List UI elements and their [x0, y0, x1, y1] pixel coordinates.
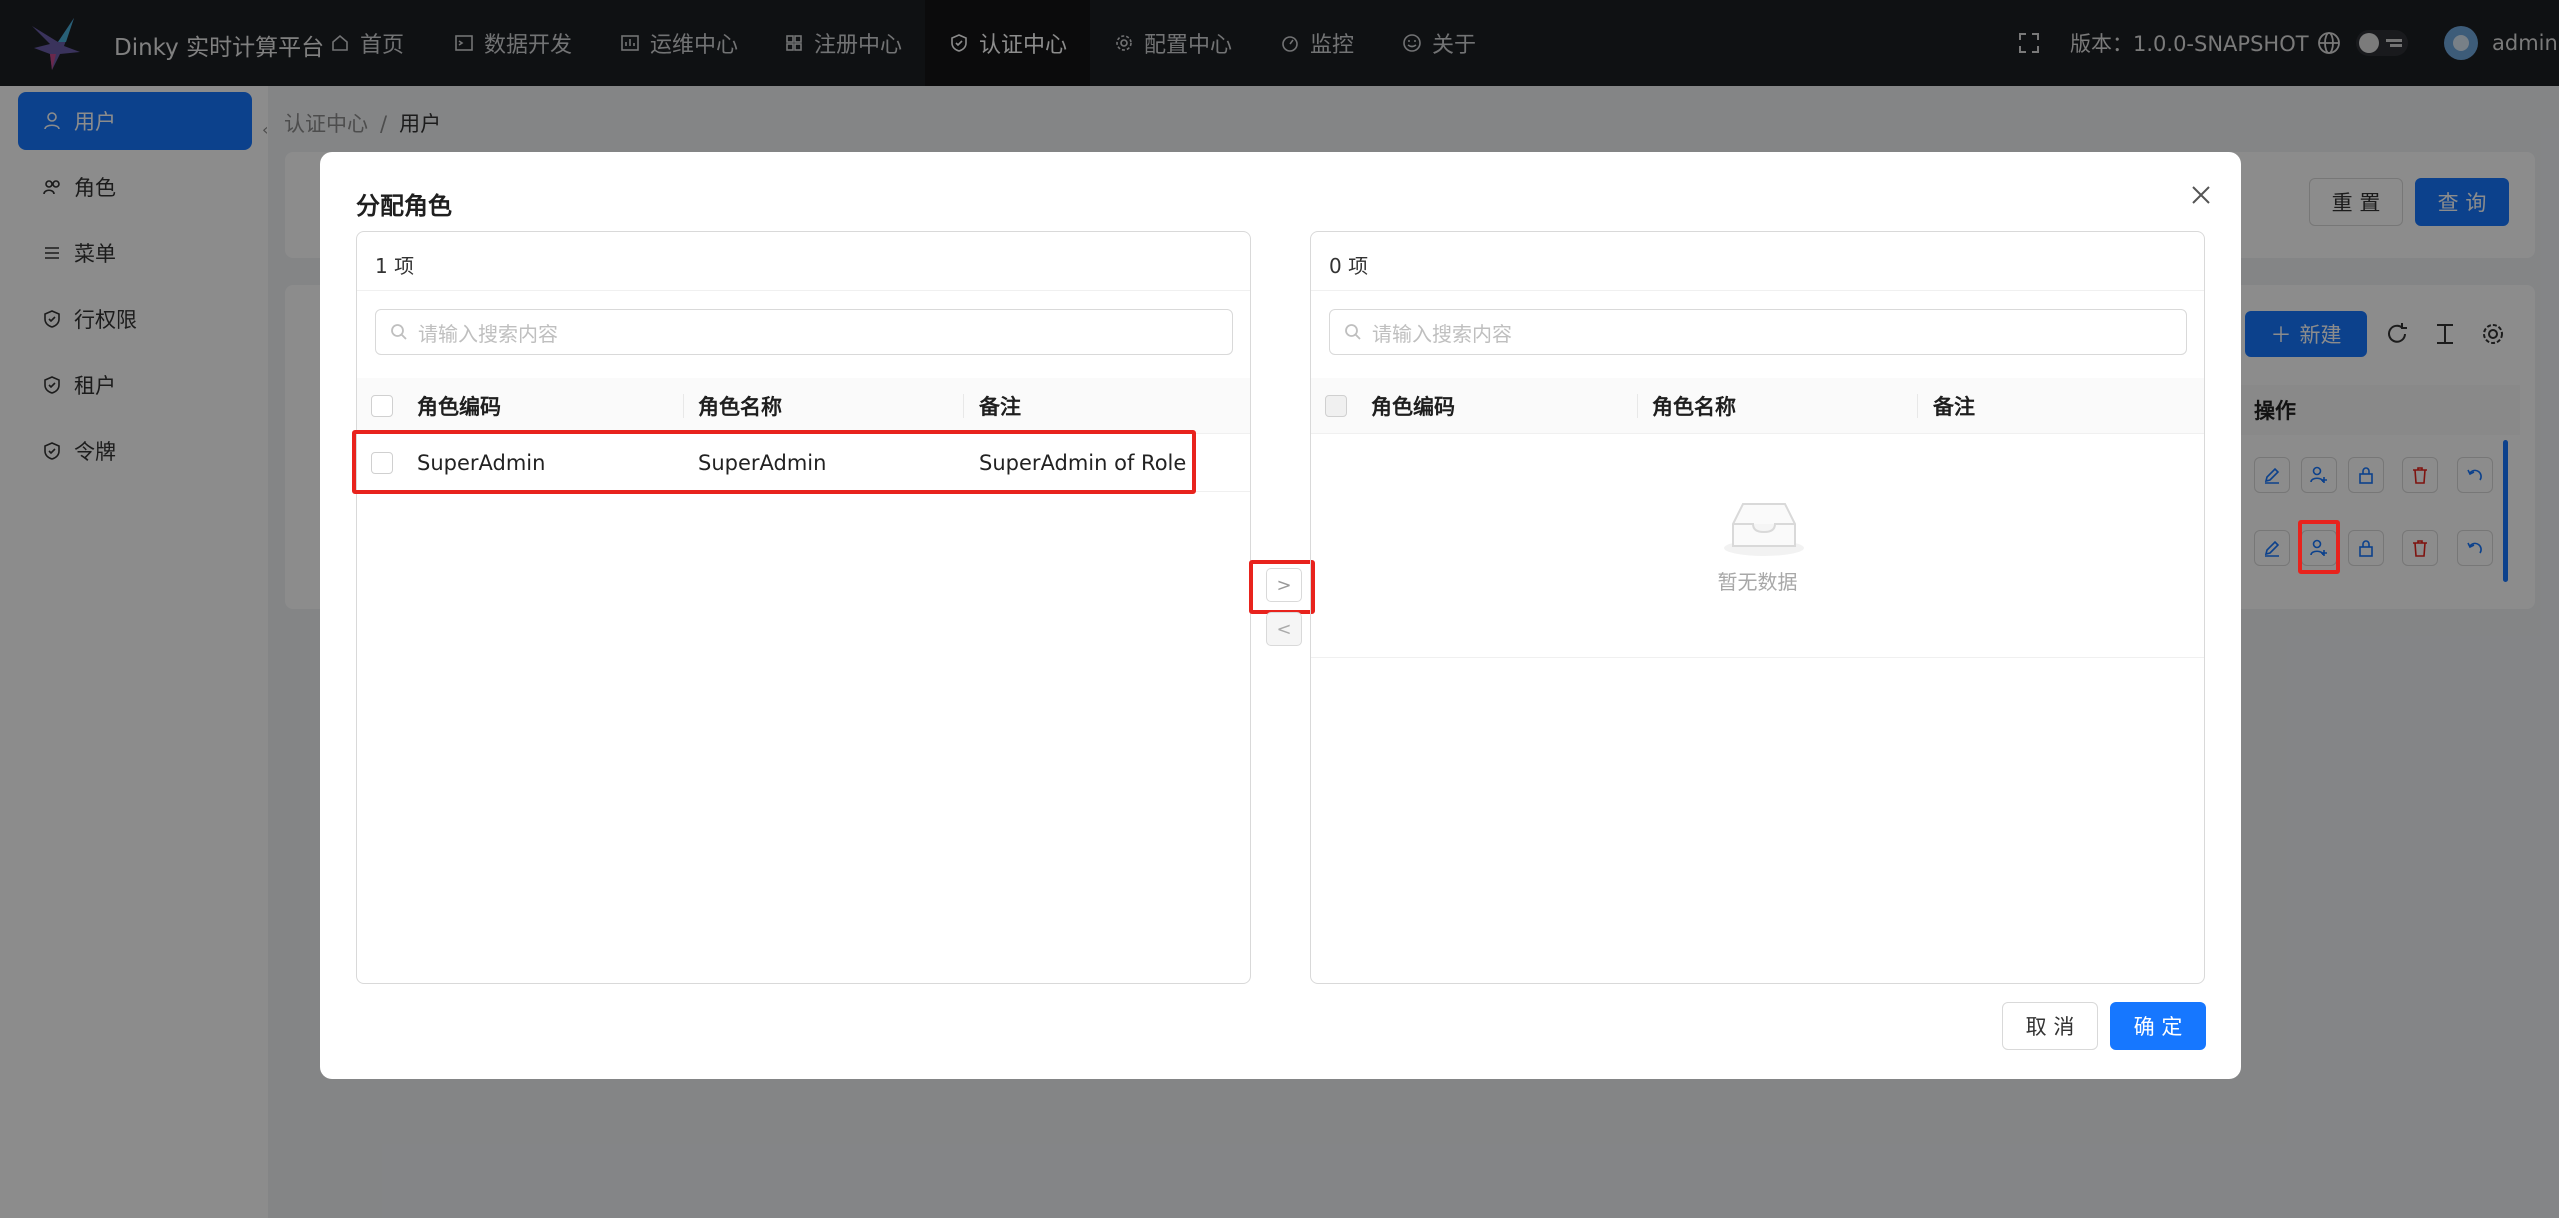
cancel-button[interactable]: 取 消 — [2002, 1002, 2098, 1050]
ok-button[interactable]: 确 定 — [2110, 1002, 2206, 1050]
assign-role-modal: 分配角色 1 项 请输入搜索内容 角色编码 角色名称 备注 SuperAdmin… — [320, 152, 2241, 1079]
table-header: 角色编码 角色名称 备注 — [357, 378, 1250, 434]
divider — [357, 290, 1250, 291]
search-icon — [1345, 324, 1361, 340]
search-input[interactable]: 请输入搜索内容 — [375, 309, 1233, 355]
highlight-box — [2298, 520, 2340, 574]
column-header: 角色名称 — [698, 395, 782, 419]
highlight-box — [1249, 560, 1315, 614]
empty-text: 暂无数据 — [1717, 570, 1798, 594]
column-separator — [1637, 394, 1638, 418]
modal-title: 分配角色 — [356, 192, 452, 220]
search-placeholder: 请输入搜索内容 — [1372, 321, 1512, 346]
transfer-target-panel: 0 项 请输入搜索内容 角色编码 角色名称 备注 暂无数据 — [1310, 231, 2205, 984]
column-header: 备注 — [1933, 395, 1975, 419]
select-all-checkbox — [1325, 395, 1347, 417]
move-left-button[interactable]: < — [1266, 612, 1302, 646]
select-all-checkbox[interactable] — [371, 395, 393, 417]
search-icon — [391, 324, 407, 340]
table-header: 角色编码 角色名称 备注 — [1311, 378, 2204, 434]
search-input[interactable]: 请输入搜索内容 — [1329, 309, 2187, 355]
divider — [1311, 290, 2204, 291]
column-header: 备注 — [979, 395, 1021, 419]
item-count: 1 项 — [375, 254, 415, 278]
column-separator — [1917, 394, 1918, 418]
empty-state: 暂无数据 — [1311, 434, 2204, 658]
empty-inbox-icon — [1724, 503, 1804, 556]
transfer-source-panel: 1 项 请输入搜索内容 角色编码 角色名称 备注 SuperAdmin Supe… — [356, 231, 1251, 984]
column-separator — [683, 394, 684, 418]
column-separator — [963, 394, 964, 418]
close-icon[interactable] — [2186, 180, 2216, 210]
column-header: 角色名称 — [1652, 395, 1736, 419]
item-count: 0 项 — [1329, 254, 1369, 278]
highlight-box — [352, 430, 1196, 494]
column-header: 角色编码 — [417, 395, 501, 419]
column-header: 角色编码 — [1371, 395, 1455, 419]
search-placeholder: 请输入搜索内容 — [418, 321, 558, 346]
